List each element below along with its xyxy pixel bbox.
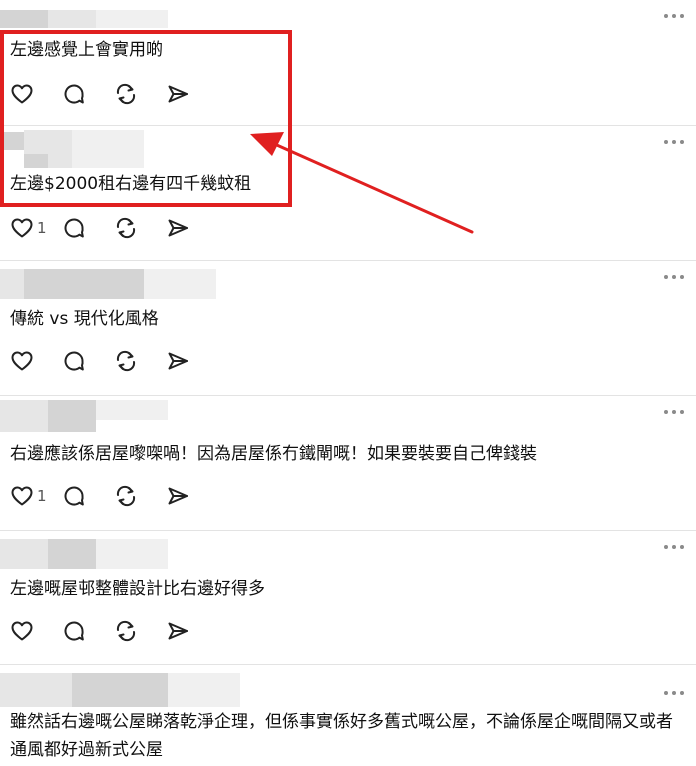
share-button[interactable] <box>166 619 206 643</box>
repost-button[interactable] <box>114 349 166 373</box>
post-actions: 1 <box>10 482 206 510</box>
share-button[interactable] <box>166 349 206 373</box>
comment-icon <box>62 484 86 508</box>
post-actions: 1 <box>10 214 206 242</box>
post-text: 左邊感覺上會實用啲 <box>10 40 163 60</box>
comment-button[interactable] <box>62 484 114 508</box>
heart-icon <box>10 619 34 643</box>
post-text: 左邊嘅屋邨整體設計比右邊好得多 <box>10 579 265 599</box>
more-options-icon[interactable] <box>662 10 686 22</box>
repost-button[interactable] <box>114 82 166 106</box>
post-item: 左邊感覺上會實用啲 <box>0 0 696 126</box>
more-options-icon[interactable] <box>662 406 686 418</box>
repost-button[interactable] <box>114 216 166 240</box>
share-icon <box>166 484 190 508</box>
like-button[interactable]: 1 <box>10 484 62 508</box>
like-button[interactable] <box>10 82 62 106</box>
comment-icon <box>62 349 86 373</box>
like-count: 1 <box>37 487 47 505</box>
post-item: 左邊$2000租右邊有四千幾蚊租 1 <box>0 126 696 261</box>
post-item: 傳統 vs 現代化風格 <box>0 261 696 396</box>
share-button[interactable] <box>166 484 206 508</box>
post-item: 右邊應該係居屋嚟㗎喎！因為居屋係冇鐵閘嘅！如果要裝要自己俾錢裝 1 <box>0 396 696 531</box>
heart-icon <box>10 82 34 106</box>
share-button[interactable] <box>166 82 206 106</box>
more-options-icon[interactable] <box>662 271 686 283</box>
post-item: 左邊嘅屋邨整體設計比右邊好得多 <box>0 531 696 665</box>
share-icon <box>166 619 190 643</box>
repost-icon <box>114 216 138 240</box>
comment-button[interactable] <box>62 82 114 106</box>
comment-button[interactable] <box>62 619 114 643</box>
comment-icon <box>62 619 86 643</box>
repost-button[interactable] <box>114 484 166 508</box>
like-button[interactable]: 1 <box>10 216 62 240</box>
share-icon <box>166 82 190 106</box>
comment-button[interactable] <box>62 349 114 373</box>
repost-icon <box>114 484 138 508</box>
repost-button[interactable] <box>114 619 166 643</box>
post-text: 左邊$2000租右邊有四千幾蚊租 <box>10 174 252 194</box>
post-actions <box>10 617 206 645</box>
more-options-icon[interactable] <box>662 541 686 553</box>
post-actions <box>10 347 206 375</box>
more-options-icon[interactable] <box>662 136 686 148</box>
post-text: 雖然話右邊嘅公屋睇落乾淨企理，但係事實係好多舊式嘅公屋，不論係屋企嘅間隔又或者通… <box>10 712 673 760</box>
heart-icon <box>10 349 34 373</box>
like-button[interactable] <box>10 349 62 373</box>
post-text: 傳統 vs 現代化風格 <box>10 309 159 329</box>
like-count: 1 <box>37 219 47 237</box>
repost-icon <box>114 619 138 643</box>
repost-icon <box>114 82 138 106</box>
post-actions <box>10 80 206 108</box>
like-button[interactable] <box>10 619 62 643</box>
repost-icon <box>114 349 138 373</box>
comment-icon <box>62 82 86 106</box>
share-icon <box>166 349 190 373</box>
heart-icon <box>10 484 34 508</box>
comment-button[interactable] <box>62 216 114 240</box>
threads-feed: 左邊感覺上會實用啲 左邊$2000租右邊有四千幾蚊租 1 傳統 vs 現代化風格 <box>0 0 696 766</box>
post-text: 右邊應該係居屋嚟㗎喎！因為居屋係冇鐵閘嘅！如果要裝要自己俾錢裝 <box>10 444 537 464</box>
share-button[interactable] <box>166 216 206 240</box>
share-icon <box>166 216 190 240</box>
heart-icon <box>10 216 34 240</box>
more-options-icon[interactable] <box>662 687 686 699</box>
comment-icon <box>62 216 86 240</box>
post-item: 雖然話右邊嘅公屋睇落乾淨企理，但係事實係好多舊式嘅公屋，不論係屋企嘅間隔又或者通… <box>0 665 696 766</box>
